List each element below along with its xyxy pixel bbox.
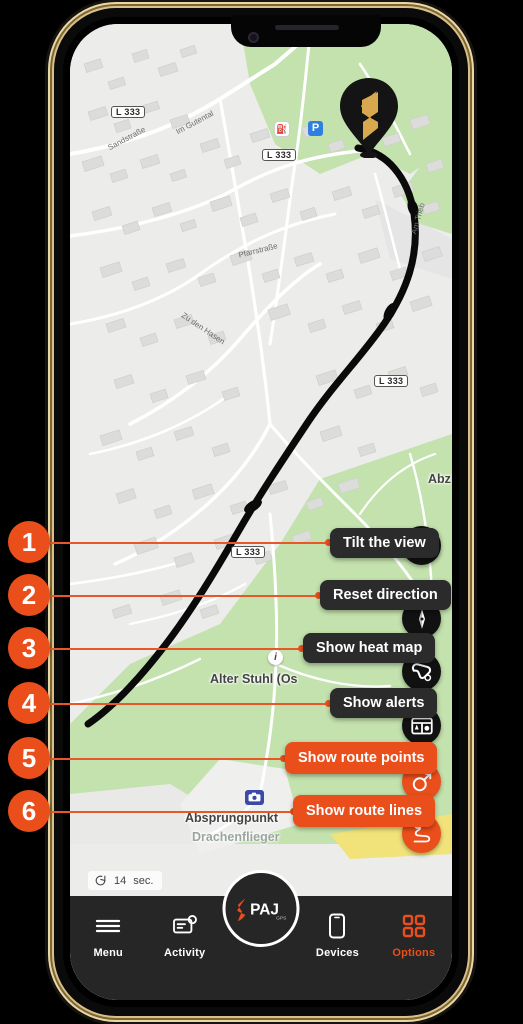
- parking-icon[interactable]: P: [308, 121, 323, 136]
- refresh-value: 14: [114, 874, 127, 887]
- nav-label-devices: Devices: [315, 947, 359, 959]
- nav-item-activity[interactable]: Activity: [146, 912, 222, 959]
- svg-text:GPS: GPS: [276, 915, 287, 921]
- phone-screen: L 333 L 333 L 333 L 333 Sandstraße Im Gu…: [70, 24, 452, 1000]
- leader-line-4: [45, 703, 330, 705]
- callout-show-heat-map[interactable]: Show heat map: [303, 633, 436, 663]
- front-camera: [248, 32, 259, 43]
- paj-logo: PAJ GPS: [236, 897, 287, 921]
- grid-four-squares-icon: [402, 912, 426, 940]
- nav-label-menu: Menu: [93, 947, 123, 959]
- callout-show-alerts[interactable]: Show alerts: [330, 688, 438, 718]
- leader-line-5: [45, 758, 285, 760]
- gps-route-track: [84, 144, 419, 728]
- callout-tilt-the-view[interactable]: Tilt the view: [330, 528, 439, 558]
- refresh-unit: sec.: [133, 874, 154, 887]
- phone-device-frame: L 333 L 333 L 333 L 333 Sandstraße Im Gu…: [54, 8, 468, 1016]
- step-badge-1: 1: [8, 521, 50, 563]
- leader-line-3: [45, 648, 303, 650]
- hamburger-menu-icon: [94, 912, 122, 940]
- nav-item-menu[interactable]: Menu: [70, 912, 146, 959]
- road-shield: L 333: [262, 149, 297, 161]
- road-shield: L 333: [231, 546, 266, 558]
- step-badge-6: 6: [8, 790, 50, 832]
- map-edge-label-abz: Abz: [428, 472, 451, 486]
- compass-needle-icon: [418, 608, 425, 629]
- nav-item-devices[interactable]: Devices: [299, 912, 375, 959]
- map-refresh-indicator[interactable]: 14 sec.: [88, 871, 163, 890]
- poi-label-drachenflieger: Drachenflieger: [192, 830, 280, 844]
- device-location-pin[interactable]: [338, 76, 400, 159]
- poi-label-alter-stuhl: Alter Stuhl (Os: [210, 672, 298, 686]
- leader-line-2: [45, 595, 320, 597]
- callout-show-route-lines[interactable]: Show route lines: [293, 795, 436, 827]
- road-shield: L 333: [111, 106, 146, 118]
- map-canvas[interactable]: L 333 L 333 L 333 L 333 Sandstraße Im Gu…: [70, 24, 452, 1000]
- pin-shape: [340, 78, 398, 159]
- nav-label-options: Options: [392, 947, 436, 959]
- bottom-navigation-bar: Menu Activity Devices Options PAJ GPS: [70, 870, 452, 1000]
- phone-bezel: L 333 L 333 L 333 L 333 Sandstraße Im Gu…: [63, 17, 459, 1007]
- info-icon[interactable]: i: [268, 650, 283, 665]
- callout-show-route-points[interactable]: Show route points: [285, 742, 438, 774]
- callout-reset-direction[interactable]: Reset direction: [320, 580, 451, 610]
- svg-text:PAJ: PAJ: [250, 901, 279, 918]
- poi-label-absprungpunkt: Absprungpunkt: [185, 811, 279, 825]
- step-badge-5: 5: [8, 737, 50, 779]
- leader-line-1: [45, 542, 330, 544]
- fuel-icon[interactable]: ⛽: [275, 122, 289, 136]
- device-phone-icon: [328, 912, 346, 940]
- phone-notch: [231, 15, 381, 47]
- leader-line-6: [45, 811, 295, 813]
- nav-label-activity: Activity: [163, 947, 206, 959]
- refresh-icon: [95, 875, 106, 886]
- nav-item-options[interactable]: Options: [376, 912, 452, 959]
- paj-home-button[interactable]: PAJ GPS: [222, 870, 300, 947]
- step-badge-2: 2: [8, 574, 50, 616]
- camera-glyph: [248, 792, 261, 802]
- step-badge-4: 4: [8, 682, 50, 724]
- road-shield: L 333: [374, 375, 409, 387]
- viewpoint-camera-icon[interactable]: [245, 790, 264, 805]
- earpiece-speaker: [275, 25, 339, 30]
- step-badge-3: 3: [8, 627, 50, 669]
- activity-card-icon: [172, 912, 198, 940]
